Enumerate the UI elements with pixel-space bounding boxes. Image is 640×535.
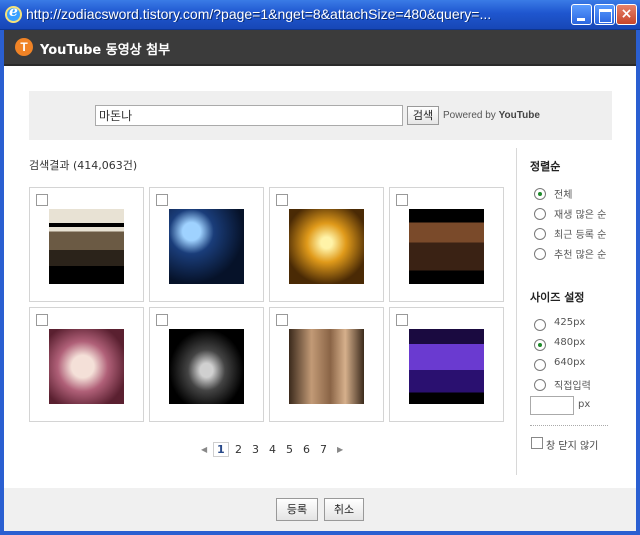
video-preview-image	[289, 209, 364, 284]
video-select-checkbox[interactable]	[396, 314, 408, 326]
video-preview-image	[49, 329, 124, 404]
search-button[interactable]: 검색	[407, 106, 439, 125]
minimize-button[interactable]	[571, 4, 592, 25]
video-select-checkbox[interactable]	[396, 194, 408, 206]
dialog-title: YouTube 동영상 첨부	[40, 43, 171, 58]
video-preview-image	[169, 209, 244, 284]
keep-open-label: 창 닫지 않기	[546, 441, 599, 452]
page-link[interactable]: 6	[303, 443, 310, 456]
video-preview-image	[409, 209, 484, 284]
size-radio-640[interactable]	[534, 359, 546, 371]
size-label-custom: 직접입력	[554, 381, 591, 392]
video-select-checkbox[interactable]	[276, 194, 288, 206]
video-thumbnail[interactable]	[389, 307, 504, 422]
powered-by-label: Powered by YouTube	[443, 110, 540, 121]
size-label-480: 480px	[554, 337, 586, 348]
cancel-button[interactable]: 취소	[324, 498, 364, 521]
powered-by-prefix: Powered by	[443, 110, 499, 121]
video-preview-image	[409, 329, 484, 404]
video-select-checkbox[interactable]	[156, 314, 168, 326]
page-link[interactable]: 4	[269, 443, 276, 456]
keep-open-checkbox[interactable]	[531, 437, 543, 449]
search-input[interactable]	[95, 105, 403, 126]
options-divider	[516, 148, 517, 475]
sort-label-most-played: 재생 많은 순	[554, 210, 607, 221]
sort-label-all: 전체	[554, 190, 573, 201]
size-radio-425[interactable]	[534, 319, 546, 331]
next-page-icon[interactable]: ▶	[337, 445, 343, 454]
video-select-checkbox[interactable]	[156, 194, 168, 206]
page-link[interactable]: 7	[320, 443, 327, 456]
size-radio-custom[interactable]	[534, 379, 546, 391]
video-thumbnail[interactable]	[149, 307, 264, 422]
maximize-button[interactable]	[594, 4, 615, 25]
sort-radio-most-recommended[interactable]	[534, 248, 546, 260]
sort-radio-most-played[interactable]	[534, 208, 546, 220]
window-title: http://zodiacsword.tistory.com/?page=1&n…	[26, 6, 492, 22]
video-thumbnail[interactable]	[269, 307, 384, 422]
sort-title: 정렬순	[530, 160, 561, 173]
powered-by-brand: YouTube	[498, 110, 540, 121]
video-thumbnail[interactable]	[269, 187, 384, 302]
page-link[interactable]: 2	[235, 443, 242, 456]
custom-size-unit: px	[578, 399, 591, 410]
sort-radio-recent[interactable]	[534, 228, 546, 240]
video-preview-image	[289, 329, 364, 404]
page-link[interactable]: 5	[286, 443, 293, 456]
result-count: 검색결과 (414,063건)	[29, 159, 138, 172]
video-thumbnail[interactable]	[29, 187, 144, 302]
window-titlebar[interactable]: http://zodiacsword.tistory.com/?page=1&n…	[0, 0, 640, 30]
video-thumbnail[interactable]	[29, 307, 144, 422]
options-separator	[530, 425, 608, 426]
video-select-checkbox[interactable]	[36, 314, 48, 326]
window-frame-right	[636, 30, 640, 535]
close-button[interactable]: ×	[616, 4, 637, 25]
sort-radio-all[interactable]	[534, 188, 546, 200]
video-select-checkbox[interactable]	[36, 194, 48, 206]
pagination: ◀ 1 2 3 4 5 6 7 ▶	[201, 442, 347, 457]
dialog-header: T YouTube 동영상 첨부	[4, 30, 636, 66]
register-button[interactable]: 등록	[276, 498, 318, 521]
internet-explorer-icon	[5, 4, 22, 23]
video-select-checkbox[interactable]	[276, 314, 288, 326]
size-label-425: 425px	[554, 317, 586, 328]
window-frame-left	[0, 30, 4, 535]
custom-size-input[interactable]	[530, 396, 574, 415]
page-link-current[interactable]: 1	[213, 442, 229, 457]
video-preview-image	[49, 209, 124, 284]
size-label-640: 640px	[554, 357, 586, 368]
size-radio-480[interactable]	[534, 339, 546, 351]
page-link[interactable]: 3	[252, 443, 259, 456]
tistory-logo-icon: T	[15, 38, 33, 56]
window-frame-bottom	[0, 531, 640, 535]
video-preview-image	[169, 329, 244, 404]
size-title: 사이즈 설정	[530, 291, 585, 304]
video-thumbnail[interactable]	[389, 187, 504, 302]
dialog-footer: 등록 취소	[4, 488, 636, 531]
search-bar: 검색 Powered by YouTube	[29, 91, 612, 140]
sort-label-most-recommended: 추천 많은 순	[554, 250, 607, 261]
sort-label-recent: 최근 등록 순	[554, 230, 607, 241]
prev-page-icon[interactable]: ◀	[201, 445, 207, 454]
video-thumbnail[interactable]	[149, 187, 264, 302]
